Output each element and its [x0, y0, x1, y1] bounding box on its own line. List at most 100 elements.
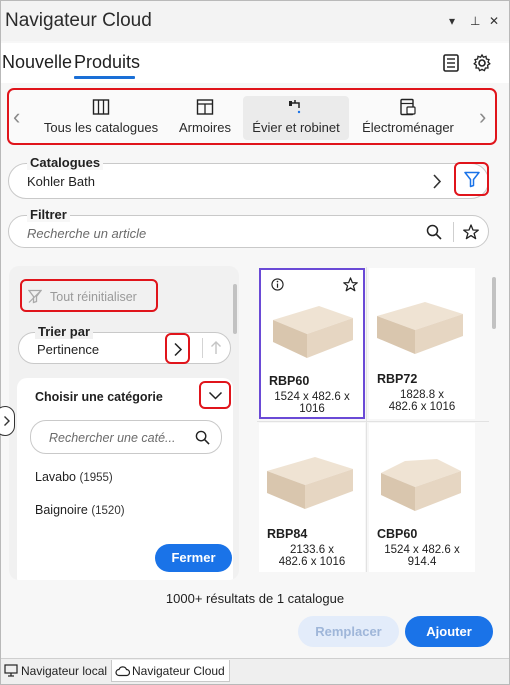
tab-local-navigator-label: Navigateur local [21, 664, 108, 678]
category-item-count: (1955) [79, 472, 113, 484]
product-dimensions: 2133.6 x 482.6 x 1016 [259, 544, 365, 568]
appliance-icon [400, 98, 416, 116]
favorite-star-icon[interactable] [463, 224, 479, 240]
grid-row-divider [257, 421, 489, 422]
chevron-right-icon [4, 416, 10, 426]
bathtub-thumbnail-image [267, 457, 353, 509]
category-appliances[interactable]: Électroménager [355, 96, 461, 140]
category-item-name: Baignoire [35, 503, 88, 517]
pin-icon[interactable]: ⊥ [470, 15, 480, 27]
product-card-cbp60[interactable]: CBP60 1524 x 482.6 x 914.4 [369, 423, 475, 572]
bottom-tab-bar: Navigateur local Navigateur Cloud [1, 658, 509, 684]
category-item-name: Lavabo [35, 470, 77, 484]
carousel-prev-arrow-icon[interactable]: ‹ [13, 104, 20, 130]
filter-label: Filtrer [27, 207, 70, 222]
sort-by-label: Trier par [35, 324, 94, 339]
grid-scrollbar-thumb[interactable] [492, 277, 496, 329]
title-bar: Navigateur Cloud ▾ ⊥ ✕ [1, 1, 509, 41]
catalogues-label: Catalogues [27, 155, 104, 170]
close-icon[interactable]: ✕ [489, 15, 499, 27]
catalogues-chevron-right-icon[interactable] [431, 173, 443, 190]
product-dimensions-line: 1524 x 482.6 x [384, 544, 460, 556]
category-sink-faucet-label: Évier et robinet [252, 120, 340, 135]
category-all-catalogs-label: Tous les catalogues [43, 120, 159, 135]
category-chooser-title: Choisir une catégorie [35, 390, 163, 404]
filter-sidebar: Tout réinitialiser Trier par Pertinence … [9, 266, 239, 580]
product-dimensions-line: 1016 [299, 403, 325, 415]
header-row: Nouvelle Produits [1, 43, 509, 83]
active-tab-indicator [74, 76, 135, 79]
category-carousel: ‹ Tous les catalogues Armoires Évier et … [7, 88, 497, 145]
close-sidebar-button[interactable]: Fermer [155, 544, 232, 572]
settings-gear-icon[interactable] [472, 53, 492, 73]
category-cabinets[interactable]: Armoires [173, 96, 237, 140]
bathtub-thumbnail-image [377, 302, 463, 354]
product-card-rbp72[interactable]: RBP72 1828.8 x 482.6 x 1016 [369, 268, 475, 419]
category-search-input[interactable]: Rechercher une caté... [30, 420, 222, 454]
carousel-next-arrow-icon[interactable]: › [479, 104, 486, 130]
sidebar-toggle-handle[interactable] [0, 406, 15, 436]
product-dimensions-line: 1828.8 x [399, 389, 445, 401]
add-button[interactable]: Ajouter [405, 616, 493, 647]
chevron-down-icon [208, 391, 223, 400]
cloud-navigator-window: Navigateur Cloud ▾ ⊥ ✕ Nouvelle Produits… [0, 0, 510, 685]
category-search-placeholder: Rechercher une caté... [49, 431, 176, 445]
tab-cloud-navigator-label: Navigateur Cloud [132, 664, 225, 678]
product-name: RBP84 [267, 527, 308, 541]
category-search-icon[interactable] [195, 430, 210, 445]
tab-cloud-navigator[interactable]: Navigateur Cloud [111, 660, 230, 682]
favorite-star-icon[interactable] [343, 277, 358, 292]
field-divider [453, 222, 454, 242]
category-item-count: (1520) [91, 505, 125, 517]
product-name: RBP60 [269, 374, 310, 388]
sort-direction-arrow-icon[interactable] [209, 340, 223, 356]
category-item-baignoire[interactable]: Baignoire (1520) [35, 503, 125, 517]
sort-by-field[interactable]: Trier par Pertinence [18, 324, 231, 364]
sidebar-scrollbar-thumb[interactable] [233, 284, 237, 334]
catalog-icon [92, 99, 110, 115]
filter-search-field[interactable]: Filtrer Recherche un article [8, 207, 489, 248]
info-icon[interactable] [271, 278, 284, 291]
filter-button[interactable] [454, 162, 489, 196]
tab-products[interactable]: Produits [74, 52, 140, 73]
product-dimensions: 1524 x 482.6 x 1016 [261, 391, 363, 415]
reset-all-label: Tout réinitialiser [50, 290, 137, 304]
product-name: CBP60 [377, 527, 418, 541]
product-card-rbp84[interactable]: RBP84 2133.6 x 482.6 x 1016 [259, 423, 365, 572]
sort-options-button[interactable] [165, 333, 190, 364]
cabinet-icon [196, 99, 214, 115]
catalogues-field[interactable]: Catalogues Kohler Bath [8, 155, 489, 199]
window-title: Navigateur Cloud [5, 10, 152, 31]
bathtub-thumbnail-image [381, 459, 461, 511]
grid-column-divider [366, 267, 367, 572]
sort-divider [202, 338, 203, 358]
sort-chevron-right-icon [174, 342, 183, 357]
list-view-icon[interactable] [441, 53, 461, 73]
filter-search-placeholder[interactable]: Recherche un article [27, 226, 146, 241]
results-count: 1000+ résultats de 1 catalogue [165, 591, 345, 606]
category-appliances-label: Électroménager [362, 120, 454, 135]
category-item-lavabo[interactable]: Lavabo (1955) [35, 470, 113, 484]
funnel-filter-icon [464, 171, 480, 188]
reset-filter-icon [28, 289, 42, 304]
category-cabinets-label: Armoires [178, 120, 231, 135]
product-card-rbp60[interactable]: RBP60 1524 x 482.6 x 1016 [259, 268, 365, 419]
category-sink-faucet[interactable]: Évier et robinet [243, 96, 349, 140]
product-dimensions: 1828.8 x 482.6 x 1016 [369, 389, 475, 413]
bathtub-thumbnail-image [273, 306, 353, 358]
product-name: RBP72 [377, 372, 418, 386]
catalogues-value: Kohler Bath [27, 174, 95, 189]
category-collapse-button[interactable] [199, 381, 231, 409]
replace-button[interactable]: Remplacer [298, 616, 399, 647]
product-dimensions-line: 482.6 x 1016 [278, 556, 346, 568]
search-icon[interactable] [426, 224, 442, 240]
cloud-icon [115, 666, 130, 677]
window-menu-icon[interactable]: ▾ [449, 15, 455, 27]
product-dimensions-line: 1524 x 482.6 x [274, 391, 350, 403]
category-all-catalogs[interactable]: Tous les catalogues [39, 96, 163, 140]
tab-new[interactable]: Nouvelle [2, 52, 72, 73]
product-dimensions-line: 914.4 [407, 556, 437, 568]
reset-all-button[interactable]: Tout réinitialiser [20, 279, 158, 312]
monitor-icon [4, 664, 18, 677]
tab-local-navigator[interactable]: Navigateur local [1, 660, 111, 682]
